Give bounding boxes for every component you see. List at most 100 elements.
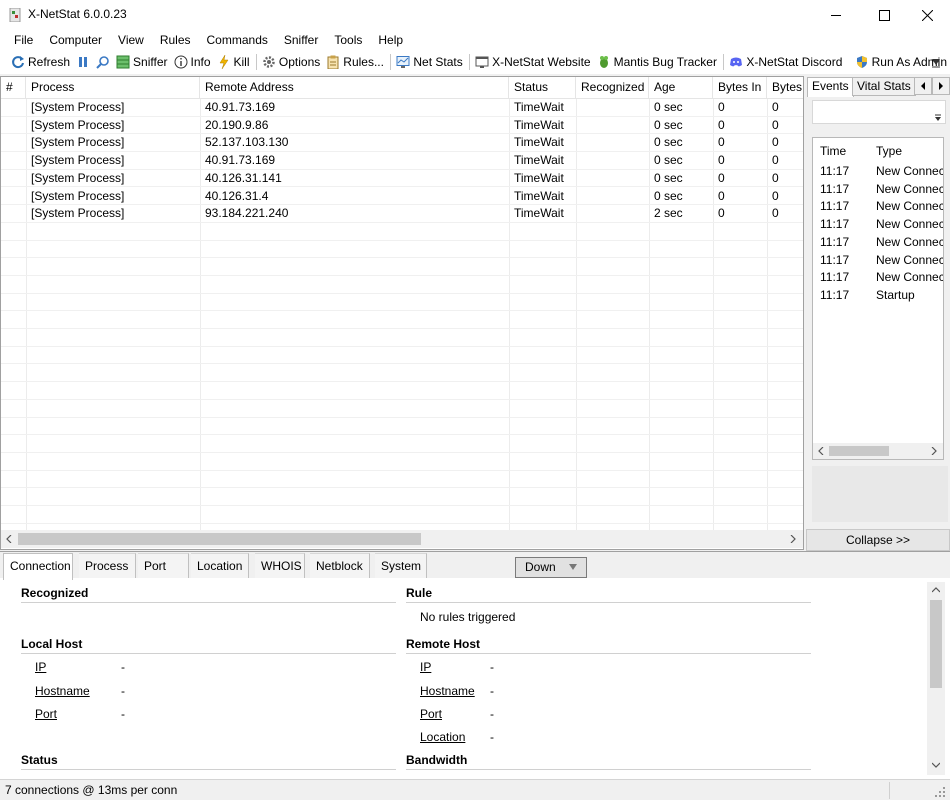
toolbar-overflow-icon[interactable]	[930, 56, 942, 68]
menu-file[interactable]: File	[6, 30, 41, 50]
menu-view[interactable]: View	[110, 30, 152, 50]
menu-rules[interactable]: Rules	[152, 30, 199, 50]
shield-icon	[856, 56, 867, 68]
menu-tools[interactable]: Tools	[326, 30, 370, 50]
events-horizontal-scrollbar[interactable]	[813, 443, 943, 459]
tab-scroll-right[interactable]	[932, 77, 950, 95]
table-row[interactable]: [System Process] 93.184.221.240 TimeWait…	[1, 205, 803, 223]
tab-process[interactable]: Process	[79, 553, 136, 578]
cell-bytes-in: 0	[718, 206, 725, 221]
tab-connection[interactable]: Connection	[3, 553, 73, 580]
pause-button[interactable]	[73, 51, 93, 73]
direction-dropdown-value: Down	[525, 560, 556, 574]
table-row[interactable]: [System Process] 40.126.31.4 TimeWait 0 …	[1, 188, 803, 206]
list-item[interactable]: 11:17 New Connect	[813, 216, 943, 233]
options-button[interactable]: Options	[259, 51, 323, 73]
close-button[interactable]	[904, 0, 950, 30]
events-filter-dropdown[interactable]	[812, 100, 946, 124]
remote-ip-link[interactable]: IP	[420, 660, 431, 674]
browser-icon	[475, 56, 489, 68]
scroll-up-icon[interactable]	[932, 587, 940, 593]
column-header-recognized[interactable]: Recognized	[576, 77, 649, 99]
list-item[interactable]: 11:17 New Connect	[813, 163, 943, 180]
remote-port-link[interactable]: Port	[420, 707, 442, 721]
sniffer-icon	[116, 55, 130, 69]
tab-scroll-left[interactable]	[914, 77, 932, 95]
direction-dropdown[interactable]: Down	[515, 557, 587, 578]
column-header-process[interactable]: Process	[26, 77, 200, 99]
column-header-remote-address[interactable]: Remote Address	[200, 77, 509, 99]
column-header-index[interactable]: #	[1, 77, 26, 99]
scroll-right-icon[interactable]	[789, 535, 797, 543]
search-button[interactable]	[93, 51, 113, 73]
tab-events[interactable]: Events	[807, 77, 854, 97]
local-hostname-link[interactable]: Hostname	[35, 684, 90, 698]
scroll-left-icon[interactable]	[818, 447, 824, 455]
info-button[interactable]: Info	[171, 51, 214, 73]
table-row[interactable]: [System Process] 40.126.31.141 TimeWait …	[1, 170, 803, 188]
table-row[interactable]: [System Process] 40.91.73.169 TimeWait 0…	[1, 99, 803, 117]
tab-netblock[interactable]: Netblock	[310, 553, 370, 578]
tab-location[interactable]: Location	[191, 553, 249, 578]
list-item[interactable]: 11:17 New Connect	[813, 252, 943, 269]
tab-whois[interactable]: WHOIS	[255, 553, 305, 578]
tab-system[interactable]: System	[375, 553, 427, 578]
section-divider	[406, 653, 811, 654]
maximize-button[interactable]	[861, 0, 907, 30]
column-header-bytes[interactable]: Bytes	[767, 77, 803, 99]
table-row[interactable]: [System Process] 20.190.9.86 TimeWait 0 …	[1, 117, 803, 135]
rule-status-text: No rules triggered	[420, 610, 516, 624]
scroll-left-icon[interactable]	[5, 535, 13, 543]
local-port-link[interactable]: Port	[35, 707, 57, 721]
menu-bar: File Computer View Rules Commands Sniffe…	[0, 30, 950, 50]
local-ip-link[interactable]: IP	[35, 660, 46, 674]
minimize-button[interactable]	[813, 0, 859, 30]
list-item[interactable]: 11:17 New Connect	[813, 181, 943, 198]
table-row[interactable]: [System Process] 40.91.73.169 TimeWait 0…	[1, 152, 803, 170]
website-button[interactable]: X-NetStat Website	[472, 51, 593, 73]
menu-commands[interactable]: Commands	[199, 30, 276, 50]
events-header-time[interactable]: Time	[820, 144, 846, 158]
menu-sniffer[interactable]: Sniffer	[276, 30, 326, 50]
local-ip-value: -	[121, 660, 125, 674]
scrollbar-thumb[interactable]	[930, 600, 942, 688]
discord-button[interactable]: X-NetStat Discord	[726, 51, 845, 73]
column-header-bytes-in[interactable]: Bytes In	[713, 77, 767, 99]
cell-remote-address: 40.126.31.141	[205, 170, 282, 185]
sniffer-button[interactable]: Sniffer	[113, 51, 170, 73]
connections-grid: # Process Remote Address Status Recogniz…	[0, 76, 804, 550]
cell-process: [System Process]	[31, 135, 125, 150]
column-header-status[interactable]: Status	[509, 77, 576, 99]
resize-grip-icon[interactable]	[934, 786, 946, 798]
detail-vertical-scrollbar[interactable]	[927, 582, 945, 775]
kill-button[interactable]: Kill	[214, 51, 253, 73]
column-header-age[interactable]: Age	[649, 77, 713, 99]
empty-row	[1, 258, 803, 276]
scroll-right-icon[interactable]	[931, 447, 937, 455]
events-header-type[interactable]: Type	[876, 144, 902, 158]
list-item[interactable]: 11:17 New Connect	[813, 269, 943, 286]
net-stats-button[interactable]: Net Stats	[393, 51, 465, 73]
tab-vital-stats[interactable]: Vital Stats	[852, 77, 916, 96]
collapse-button[interactable]: Collapse >>	[806, 529, 950, 551]
table-row[interactable]: [System Process] 52.137.103.130 TimeWait…	[1, 134, 803, 153]
gear-icon	[263, 56, 275, 68]
remote-hostname-link[interactable]: Hostname	[420, 684, 475, 698]
refresh-button[interactable]: Refresh	[8, 51, 73, 73]
tab-port[interactable]: Port	[138, 553, 189, 578]
scrollbar-thumb[interactable]	[829, 446, 889, 456]
list-item[interactable]: 11:17 New Connect	[813, 198, 943, 215]
cell-remote-address: 40.91.73.169	[205, 153, 276, 168]
remote-location-link[interactable]: Location	[420, 730, 465, 744]
list-item[interactable]: 11:17 New Connect	[813, 234, 943, 251]
scrollbar-thumb[interactable]	[18, 533, 421, 545]
mantis-button[interactable]: Mantis Bug Tracker	[594, 51, 720, 73]
cell-age: 0 sec	[654, 188, 683, 203]
rules-button[interactable]: Rules...	[323, 51, 387, 73]
menu-computer[interactable]: Computer	[41, 30, 110, 50]
scroll-down-icon[interactable]	[932, 762, 940, 768]
cell-bytes: 0	[772, 153, 779, 168]
list-item[interactable]: 11:17 Startup	[813, 287, 943, 304]
grid-horizontal-scrollbar[interactable]	[1, 530, 803, 548]
menu-help[interactable]: Help	[370, 30, 411, 50]
